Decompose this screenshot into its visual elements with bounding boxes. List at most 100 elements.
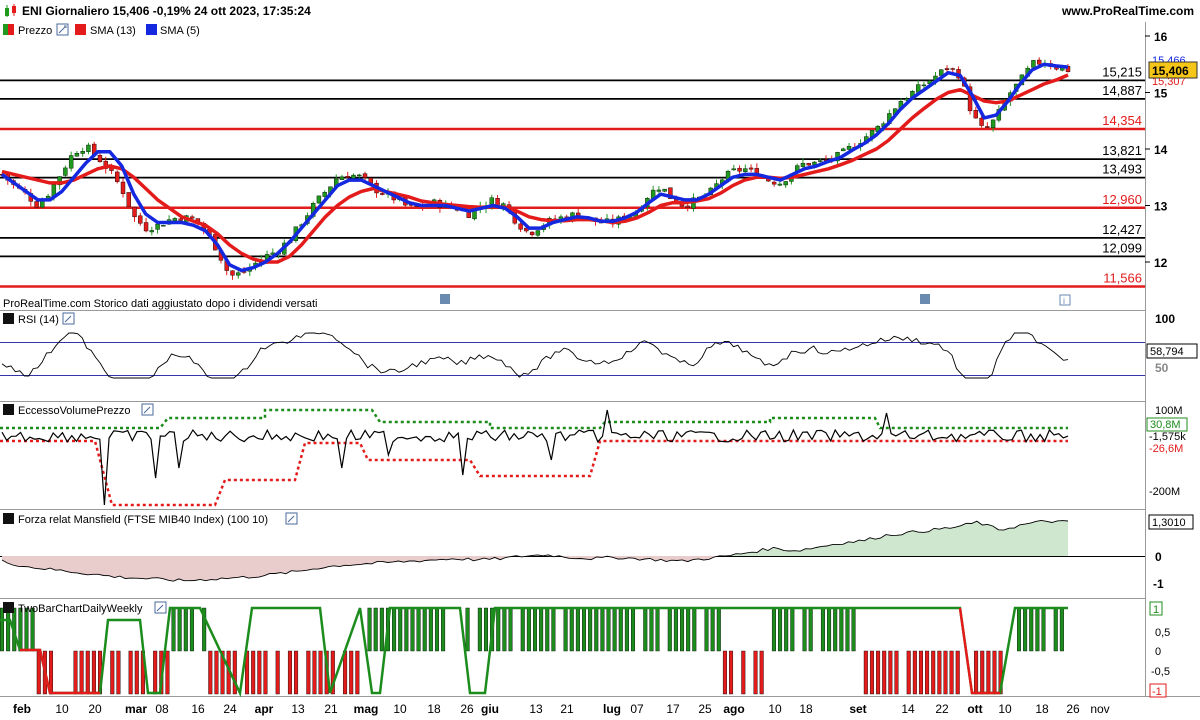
twobar-green-bar — [477, 607, 482, 652]
level-label-3: 13,821 — [1102, 143, 1142, 158]
calendar-icon — [440, 294, 930, 304]
twobar-red-bar — [128, 650, 133, 695]
candle-body — [236, 272, 241, 276]
twobar-red-bar — [863, 650, 868, 695]
date-label-14: giu — [481, 702, 499, 716]
twobar-red-bar — [882, 650, 887, 695]
twobar-red-bar — [318, 650, 323, 695]
volume-title: EccessoVolumePrezzo — [18, 405, 131, 417]
price-panel[interactable]: 15,215 14,887 14,354 13,821 13,493 12,960 12,4… — [0, 23, 1198, 310]
volume-last-value: -1,575k — [1149, 431, 1186, 443]
volume-excess-panel[interactable]: EccessoVolumePrezzo 100M -200M 30,8M -1,… — [0, 403, 1188, 507]
date-label-29: 18 — [1035, 702, 1049, 716]
twobar-red-bar — [263, 650, 268, 695]
twobar-green-bar — [398, 607, 403, 652]
rsi-title: RSI (14) — [18, 314, 59, 326]
twobar-red-bar — [165, 650, 170, 695]
date-label-2: 20 — [88, 702, 102, 716]
level-label-7: 12,099 — [1102, 240, 1142, 255]
level-labels: 15,215 14,887 14,354 13,821 13,493 12,960 12,4… — [1102, 64, 1142, 285]
price-tick-0: 16 — [1154, 30, 1168, 44]
twobar-green-bar — [1053, 607, 1058, 652]
twobar-green-bar — [833, 607, 838, 652]
twobar-green-bar — [827, 607, 832, 652]
twobar-red-bar — [943, 650, 948, 695]
twobar-red-bar — [918, 650, 923, 695]
twobar-red-bar — [214, 650, 219, 695]
candle-body — [322, 192, 327, 197]
rsi-tick-50: 50 — [1155, 361, 1169, 375]
candle-body — [662, 188, 667, 192]
wrench-icon[interactable] — [56, 23, 69, 36]
date-label-17: lug — [603, 702, 621, 716]
twobar-green-bar — [1059, 607, 1064, 652]
candle-body — [979, 117, 984, 126]
twobar-green-bar — [508, 607, 513, 652]
candle-body — [656, 189, 662, 192]
candle-body — [944, 68, 950, 70]
twobar-title: TwoBarChartDailyWeekly — [18, 603, 143, 615]
twobar-green-bar — [1029, 607, 1034, 652]
twobar-green-bar — [1023, 607, 1028, 652]
twobar-legend-icon — [3, 602, 14, 613]
date-label-6: 24 — [223, 702, 237, 716]
twobar-red-bar — [974, 650, 979, 695]
rsi-line — [1, 332, 1069, 379]
twobar-red-bar — [741, 650, 746, 695]
twobar-green-bar — [704, 607, 709, 652]
candle-body — [985, 126, 990, 128]
level-label-1: 14,887 — [1102, 83, 1142, 98]
date-label-24: set — [849, 702, 866, 716]
rsi-panel[interactable]: RSI (14) 100 50 58,794 — [0, 312, 1198, 379]
candle-body — [178, 218, 183, 221]
date-label-5: 16 — [191, 702, 205, 716]
candle-body — [685, 205, 690, 209]
twobar-green-bar — [655, 607, 660, 652]
twobar-green-bar — [784, 607, 789, 652]
info-icon[interactable]: i — [1059, 294, 1071, 306]
candle-body — [126, 192, 131, 208]
candle-body — [68, 155, 74, 169]
twobar-green-bar — [6, 607, 11, 652]
twobar-red-bar — [153, 650, 158, 695]
candle-body — [120, 181, 126, 194]
candle-body — [230, 270, 235, 276]
wrench-icon[interactable] — [154, 601, 167, 614]
twobar-red-bar — [312, 650, 317, 695]
wrench-icon[interactable] — [62, 312, 75, 325]
twobar-green-bar — [643, 607, 648, 652]
wrench-icon[interactable] — [141, 403, 154, 416]
twobar-red-bar — [208, 650, 213, 695]
candle-body — [380, 193, 385, 195]
twobar-red-bar — [894, 650, 899, 695]
candle-body — [777, 183, 783, 186]
twobar-red-bar — [729, 650, 734, 695]
twobar-green-bar — [686, 607, 691, 652]
level-label-5: 12,960 — [1102, 192, 1142, 207]
volume-legend-icon — [3, 404, 14, 415]
twobar-red-bar — [306, 650, 311, 695]
price-tick-2: 14 — [1154, 143, 1168, 157]
twobar-panel[interactable]: TwoBarChartDailyWeekly 1 0,5 0 -0,5 -1 — [0, 601, 1170, 698]
candle-body — [357, 174, 362, 177]
twobar-green-bar — [520, 607, 525, 652]
volume-tick-bottom: -200M — [1149, 486, 1180, 498]
twobar-red-bar — [349, 650, 354, 695]
twobar-green-bar — [673, 607, 678, 652]
twobar-red-bar — [980, 650, 985, 695]
candle-body — [362, 173, 368, 178]
chart-area[interactable]: 15,215 14,887 14,354 13,821 13,493 12,960 12,4… — [0, 22, 1200, 720]
candle-body — [115, 171, 120, 182]
twobar-red-bar — [275, 650, 280, 695]
sma5-line — [0, 62, 1069, 273]
site-link[interactable]: www.ProRealTime.com — [1062, 4, 1194, 18]
candle-body — [86, 144, 91, 152]
twobar-red-bar — [722, 650, 727, 695]
wrench-icon[interactable] — [285, 512, 298, 525]
candle-body — [1031, 60, 1036, 68]
candle-body — [172, 218, 178, 222]
mansfield-panel[interactable]: Forza relat Mansfield (FTSE MIB40 Index)… — [0, 512, 1194, 591]
date-label-31: nov — [1090, 702, 1109, 716]
twobar-green-bar — [624, 607, 629, 652]
twobar-green-bar — [569, 607, 574, 652]
